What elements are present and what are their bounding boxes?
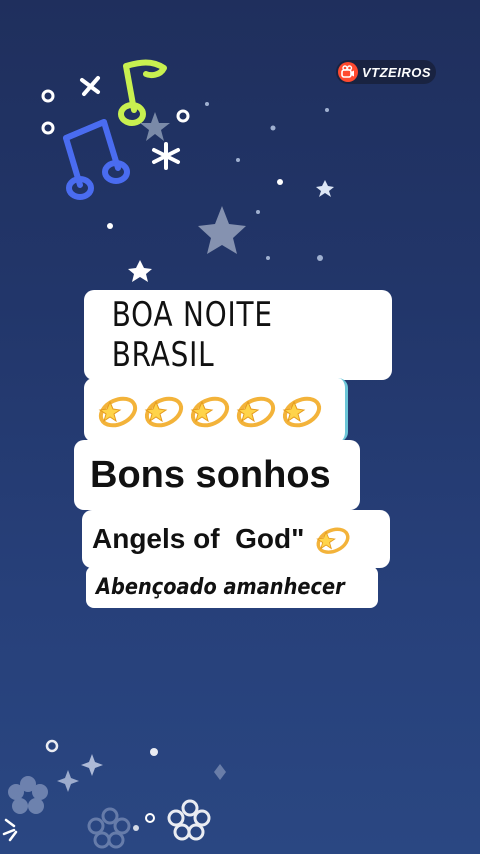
- blessing-card: Abençoado amanhecer: [86, 566, 378, 608]
- dizzy-star-icon: [236, 396, 276, 428]
- kwai-camera-icon: [338, 62, 358, 82]
- music-note-icon: [118, 59, 167, 126]
- dizzy-star-icon: [282, 396, 322, 428]
- story-canvas: VTZEIROS BOA NOITE BRASIL Bons sonhos An…: [0, 0, 480, 854]
- sparkle-icon: [2, 818, 18, 842]
- music-note-icon: [63, 119, 130, 200]
- star-icon: [198, 206, 246, 254]
- dizzy-star-icon: [98, 396, 138, 428]
- watermark-text: VTZEIROS: [362, 64, 432, 80]
- watermark: VTZEIROS: [336, 60, 436, 84]
- dizzy-star-icon: [190, 396, 230, 428]
- dizzy-star-icon: [144, 396, 184, 428]
- page-title: BOA NOITE BRASIL: [111, 295, 273, 375]
- flower-icon: [8, 776, 48, 814]
- dizzy-star-icon: [316, 527, 350, 554]
- subtitle-card: Bons sonhos: [74, 440, 360, 510]
- emoji-row: [84, 378, 348, 442]
- title-card: BOA NOITE BRASIL: [84, 290, 392, 380]
- subtitle-text: Bons sonhos: [90, 453, 331, 496]
- angels-text: Angels of God": [92, 523, 305, 554]
- angels-card: Angels of God": [82, 510, 390, 568]
- flower-icon: [167, 799, 211, 841]
- blessing-text: Abençoado amanhecer: [96, 574, 345, 600]
- decorations-bottom: [2, 739, 226, 849]
- decorations-top: [41, 59, 334, 282]
